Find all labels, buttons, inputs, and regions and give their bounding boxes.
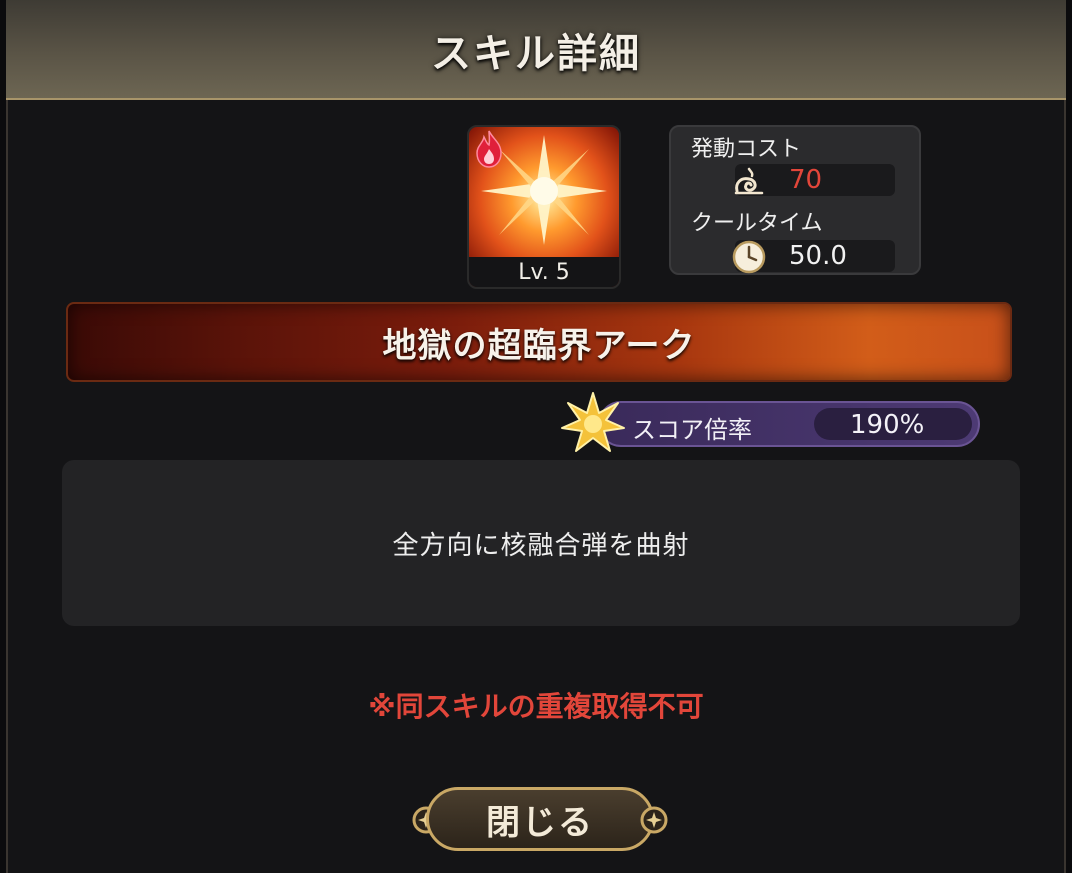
stats-panel: 発動コスト 70 クールタイム 50.0 [669, 125, 921, 275]
skill-name-banner: 地獄の超臨界アーク [66, 302, 1012, 382]
star-icon [561, 392, 625, 452]
cost-label: 発動コスト [691, 137, 802, 162]
score-multiplier: スコア倍率 190% [598, 401, 980, 447]
description-box: 全方向に核融合弾を曲射 [62, 460, 1020, 626]
dialog-header: スキル詳細 [6, 0, 1066, 100]
cooldown-label: クールタイム [691, 211, 823, 236]
close-button[interactable]: 閉じる [426, 787, 654, 851]
dialog-title: スキル詳細 [431, 31, 641, 77]
ornament-right-icon [640, 806, 668, 834]
cooldown-value: 50.0 [789, 241, 847, 271]
close-button-wrapper: 閉じる [412, 783, 668, 857]
score-label: スコア倍率 [632, 416, 752, 444]
swirl-icon [734, 167, 764, 195]
close-button-label: 閉じる [486, 802, 594, 843]
score-value: 190% [850, 410, 925, 440]
clock-icon [732, 240, 766, 274]
skill-icon: Lv. 5 [467, 125, 621, 289]
skill-name: 地獄の超臨界アーク [382, 325, 696, 366]
cost-value: 70 [789, 165, 823, 195]
skill-description: 全方向に核融合弾を曲射 [392, 530, 690, 561]
skill-level: Lv. 5 [469, 257, 619, 287]
duplicate-note: ※同スキルの重複取得不可 [368, 690, 704, 723]
fire-icon [476, 130, 502, 168]
